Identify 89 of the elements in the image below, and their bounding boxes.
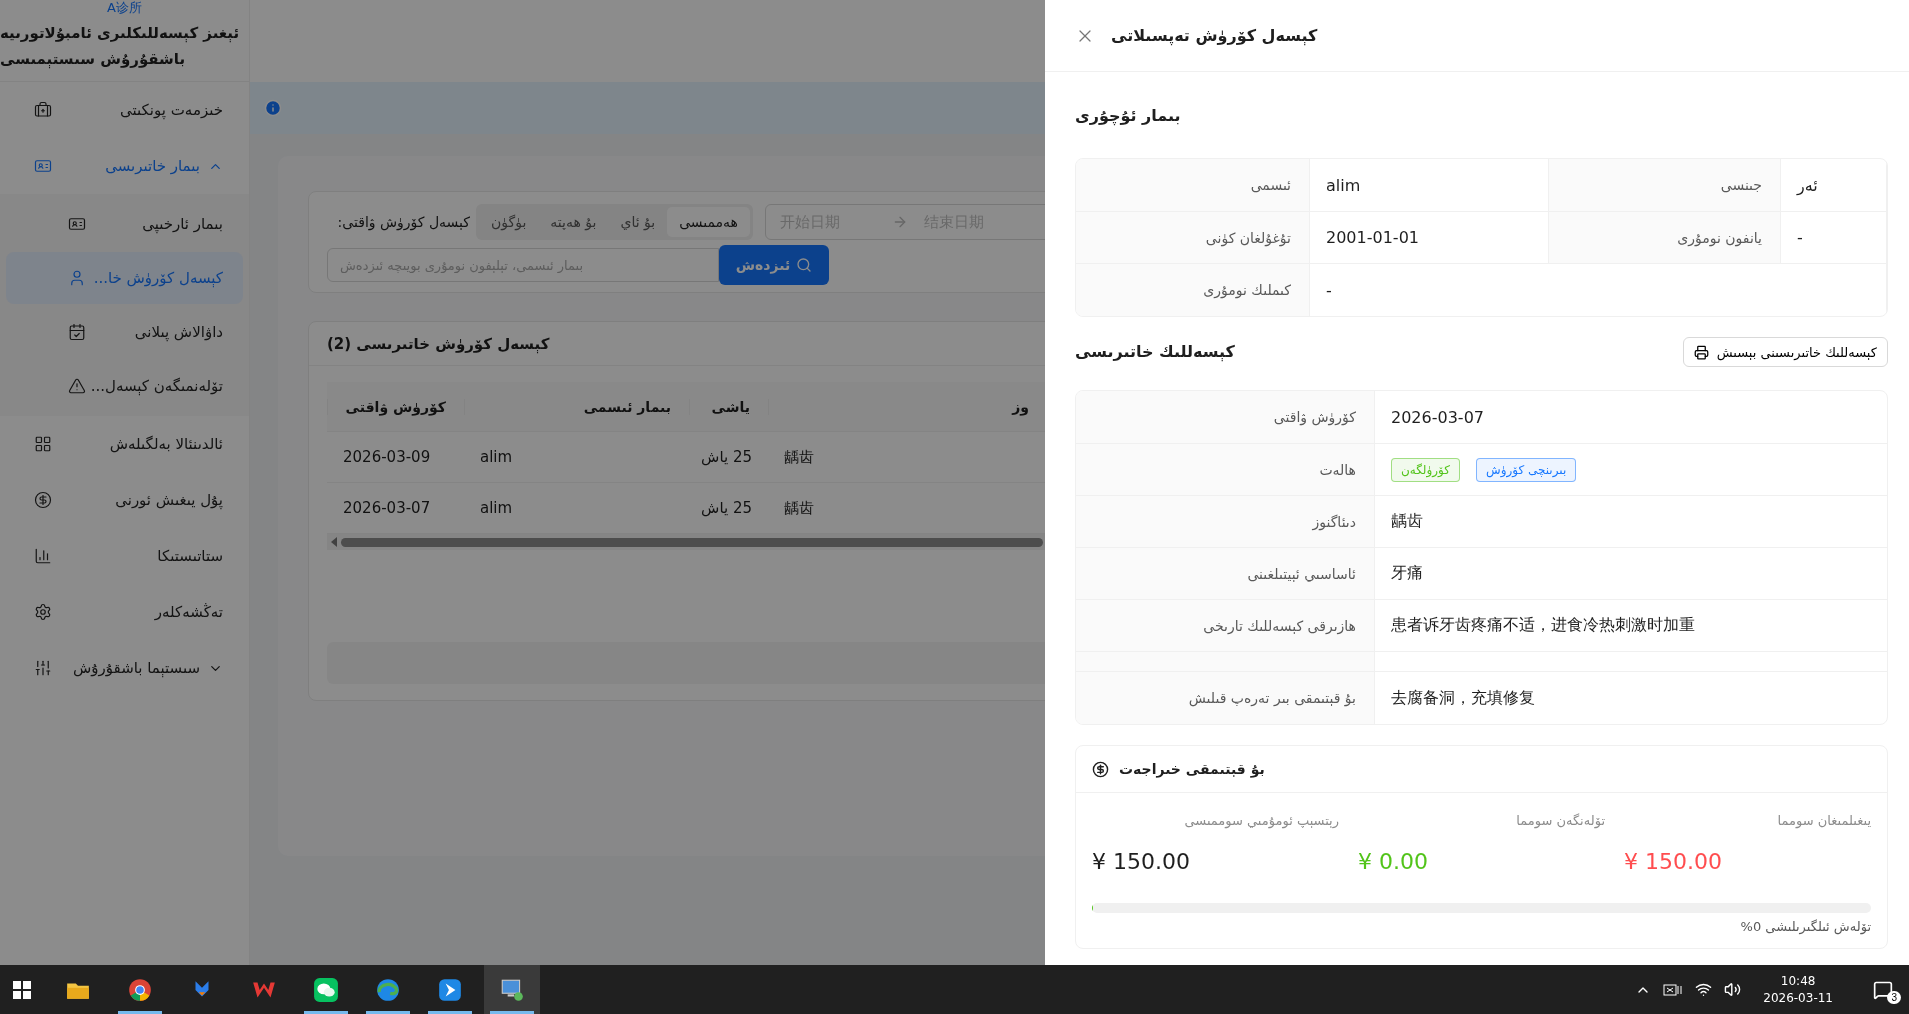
notification-count: 3 — [1887, 990, 1901, 1004]
status-tag: بىرىنچى كۆرۈش — [1476, 457, 1577, 482]
field-value: 龋齿 — [1391, 511, 1424, 532]
table-cell-text: alim — [479, 448, 514, 466]
warning-icon — [68, 377, 86, 395]
sidebar-menu-item[interactable]: سىستېما باشقۇرۇش — [6, 642, 243, 694]
stat-label: رېتسېپ ئومۇمىي سوممىسى — [1183, 813, 1339, 831]
table-cell-text: 龋齿 — [783, 498, 815, 518]
sidebar-submenu-item[interactable]: داۋالاش پىلانى — [6, 306, 243, 358]
progress-label: تۆلەش ئىلگىرىلىشى 0% — [1739, 919, 1871, 934]
app-title: ئېغىز كېسەللىكلىرى ئامبۇلاتورىيە باشقۇرۇش سىستېمىسى — [0, 23, 241, 71]
field-value: 去腐备洞，充填修复 — [1391, 687, 1536, 709]
range-option[interactable]: بۇ ئاي — [608, 207, 668, 237]
table-cell-text: 25 ياش — [700, 499, 753, 517]
medical-case-icon — [34, 101, 52, 119]
network-off-icon[interactable] — [1663, 981, 1684, 998]
field-label: ھالەت — [1076, 444, 1375, 495]
swirl-browser-icon — [375, 976, 401, 1003]
field-value: 2026-03-07 — [1391, 407, 1485, 427]
message-icon — [1873, 979, 1893, 1000]
field-label: جىنسى — [1549, 159, 1781, 211]
sidebar-menu-item[interactable]: ستاتىستىكا — [6, 530, 243, 582]
chat-icon — [313, 976, 339, 1003]
stat-value: ¥ 150.00 — [1092, 849, 1191, 876]
search-button[interactable]: ئىزدەش — [719, 245, 829, 285]
print-button[interactable]: كېسەللىك خاتىرىسىنى بېسىش — [1682, 337, 1888, 367]
grid-icon — [34, 435, 52, 453]
field-value: 患者诉牙齿疼痛不适，进食冷热刺激时加重 — [1391, 615, 1696, 636]
printer-icon — [1693, 344, 1709, 360]
clinic-logo: A诊所 — [106, 0, 143, 16]
field-label: يانفون نومۇرى — [1549, 212, 1781, 263]
table-cell-text: 2026-03-07 — [342, 499, 432, 517]
stat-value: ¥ 150.00 — [1624, 849, 1723, 876]
field-label: ئىسمى — [1076, 159, 1310, 211]
start-icon — [13, 980, 31, 999]
range-option[interactable]: بۈگۈن — [479, 207, 539, 237]
user-icon — [68, 269, 86, 287]
field-label: ئاساسىي ئېيتىلغىنى — [1076, 548, 1375, 599]
stat-label: يىغىلمىغان سومما — [1776, 813, 1871, 831]
dollar-icon — [34, 491, 52, 509]
fee-title: بۇ قېتىمقى خىراجەت — [1119, 761, 1265, 777]
stat-value: ¥ 0.00 — [1358, 849, 1429, 876]
records-title: كېسەل كۆرۈش خاتىرىسى (2) — [327, 334, 550, 353]
id-card-icon — [34, 157, 52, 175]
notification-button[interactable]: 3 — [1865, 975, 1901, 1004]
table-cell-text: 2026-03-09 — [342, 448, 432, 466]
field-label: بۇ قېتىمقى بىر تەرەپ قىلىش — [1076, 672, 1375, 724]
horizontal-scrollbar[interactable] — [327, 534, 1047, 550]
sidebar-submenu-item[interactable]: بىمار ئارخىپى — [6, 198, 243, 250]
wifi-icon[interactable] — [1695, 981, 1713, 998]
drawer-title: كېسەل كۆرۈش تەپسىلاتى — [1111, 26, 1318, 45]
bar-chart-icon — [34, 547, 52, 565]
filter-label: كېسەل كۆرۈش ۋاقتى: — [336, 214, 470, 230]
browser-icon — [127, 976, 153, 1003]
sidebar-menu-item[interactable]: خىزمەت پونكىتى — [6, 84, 243, 136]
search-icon — [796, 257, 813, 273]
column-header: ياشى — [689, 398, 768, 415]
field-label: تۇغۇلغان كۈنى — [1076, 212, 1310, 263]
info-icon — [264, 99, 282, 117]
table-cell-text: 25 ياش — [700, 448, 753, 466]
scroll-left-icon — [331, 537, 337, 547]
sidebar-menu-item[interactable]: بىمار خاتىرىسى — [6, 140, 243, 192]
settings-icon — [34, 603, 52, 621]
field-label: دىئاگنوز — [1076, 496, 1375, 547]
status-tag: كۆرۈلگەن — [1391, 457, 1461, 482]
field-label: كىملىك نومۇرى — [1076, 264, 1310, 316]
field-label: ھازىرقى كېسەللىك تارىخى — [1076, 600, 1375, 651]
stat-label: تۆلەنگەن سومما — [1515, 813, 1605, 831]
column-header: كۆرۈش ۋاقتى — [327, 398, 464, 415]
section-title: كېسەللىك خاتىرىسى — [1075, 341, 1235, 364]
sidebar-menu-item[interactable]: پۇل يىغىش ئورنى — [6, 474, 243, 526]
arrow-app-icon — [437, 976, 463, 1003]
range-option[interactable]: ھەممىسى — [667, 207, 750, 237]
sliders-icon — [34, 659, 52, 677]
sidebar-submenu-item[interactable]: تۆلەنمىگەن كېسەل... — [6, 360, 243, 412]
id-card-icon — [68, 215, 86, 233]
sidebar-menu-item[interactable]: ئالدىنئالا بەلگىلەش — [6, 418, 243, 470]
table-cell-text: alim — [479, 499, 514, 517]
field-value: 牙痛 — [1391, 563, 1424, 584]
sidebar-menu-item[interactable]: تەڭشەكلەر — [6, 586, 243, 638]
calendar-check-icon — [68, 323, 86, 341]
column-header: بىمار ئىسمى — [464, 398, 689, 415]
clock[interactable]: 10:48 2026-03-11 — [1763, 972, 1833, 1007]
dollar-icon — [1092, 760, 1109, 778]
field-label: كۆرۈش ۋاقتى — [1076, 391, 1375, 443]
range-option[interactable]: بۇ ھەپتە — [538, 207, 609, 237]
table-cell-text: 龋齿 — [783, 447, 815, 467]
section-title: بىمار ئۇچۇرى — [1075, 105, 1182, 128]
volume-icon[interactable] — [1724, 981, 1742, 998]
